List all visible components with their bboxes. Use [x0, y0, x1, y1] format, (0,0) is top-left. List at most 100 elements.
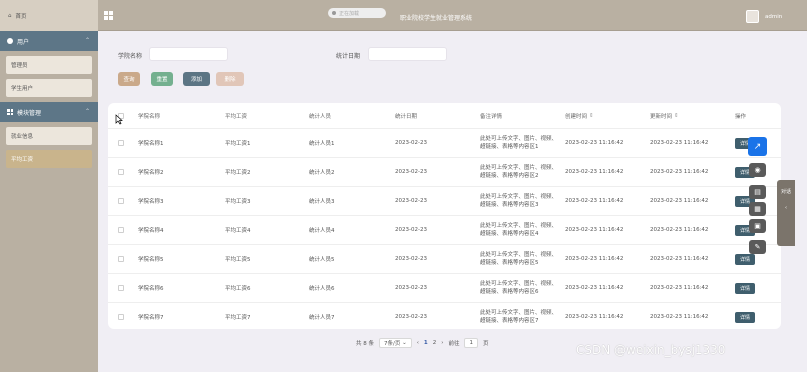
- cell-remark: 此处可上传文字、图片、视频、超链接、表格等内容区6: [480, 281, 558, 295]
- detail-button[interactable]: 详情: [735, 311, 755, 323]
- row-checkbox[interactable]: [118, 285, 124, 291]
- reset-button[interactable]: 重置: [151, 72, 173, 86]
- delete-button[interactable]: 删除: [216, 72, 244, 86]
- main-content: 学院名称 统计日期 查询 重置 添加 删除 学院名称 平均工资 统计人员 统计日…: [98, 31, 807, 372]
- watermark: CSDN @weixin_bysj1330: [576, 343, 726, 357]
- sidebar-item-average-salary[interactable]: 平均工资: [6, 150, 92, 168]
- col-action: 操作: [735, 113, 747, 120]
- table-row: 学院名称6 平均工资6 统计人员6 2023-02-23 此处可上传文字、图片、视频、超…: [108, 273, 781, 302]
- prev-page-button[interactable]: ‹: [417, 340, 419, 346]
- menu-group-label: 模块管理: [17, 109, 42, 117]
- col-created[interactable]: 创建时间 ⇕: [565, 103, 594, 128]
- cell-created: 2023-02-23 11:16:42: [565, 198, 624, 204]
- grid-icon: [7, 109, 13, 115]
- cell-salary: 平均工资5: [225, 257, 251, 263]
- user-icon: [7, 38, 13, 44]
- table-row: 学院名称5 平均工资5 统计人员5 2023-02-23 此处可上传文字、图片、视频、超…: [108, 244, 781, 273]
- cell-staff: 统计人员6: [309, 286, 335, 292]
- cell-updated: 2023-02-23 11:16:42: [650, 198, 709, 204]
- cell-salary: 平均工资3: [225, 199, 251, 205]
- query-button[interactable]: 查询: [118, 72, 140, 86]
- menu-toggle-icon[interactable]: [104, 11, 113, 20]
- table-row: 学院名称2 平均工资2 统计人员2 2023-02-23 此处可上传文字、图片、视频、超…: [108, 157, 781, 186]
- row-checkbox[interactable]: [118, 198, 124, 204]
- cell-salary: 平均工资7: [225, 315, 251, 321]
- stat-date-input[interactable]: [368, 47, 447, 61]
- menu-group-users[interactable]: 用户 ⌃: [0, 31, 98, 51]
- cell-staff: 统计人员2: [309, 170, 335, 176]
- total-count: 共 8 条: [356, 341, 374, 347]
- cell-college: 学院名称7: [138, 315, 164, 321]
- cell-date: 2023-02-23: [395, 314, 427, 320]
- crop-icon[interactable]: ▦: [749, 202, 766, 216]
- username[interactable]: admin: [765, 14, 782, 20]
- sidebar: 用户 ⌃ 管理员 学生用户 模块管理 ⌃ 就业信息 平均工资: [0, 31, 98, 372]
- top-bar: ⌂ 首页 正在加载 职业院校学生就业管理系统 admin: [0, 0, 807, 31]
- cell-created: 2023-02-23 11:16:42: [565, 140, 624, 146]
- col-staff: 统计人员: [309, 113, 332, 120]
- college-name-label: 学院名称: [118, 53, 143, 60]
- row-checkbox[interactable]: [118, 227, 124, 233]
- side-tab-label: 对话: [780, 189, 791, 195]
- cell-college: 学院名称1: [138, 141, 164, 147]
- row-checkbox[interactable]: [118, 314, 124, 320]
- loading-icon: [332, 11, 336, 15]
- table-row: 学院名称1 平均工资1 统计人员1 2023-02-23 此处可上传文字、图片、视频、超…: [108, 128, 781, 157]
- pen-icon[interactable]: ✎: [749, 240, 766, 254]
- table-row: 学院名称3 平均工资3 统计人员3 2023-02-23 此处可上传文字、图片、视频、超…: [108, 186, 781, 215]
- cell-salary: 平均工资6: [225, 286, 251, 292]
- page-suffix: 页: [482, 341, 489, 347]
- cell-date: 2023-02-23: [395, 256, 427, 262]
- image-icon[interactable]: ▣: [749, 219, 766, 233]
- cell-staff: 统计人员1: [309, 141, 335, 147]
- cell-salary: 平均工资1: [225, 141, 251, 147]
- mouse-cursor-icon: [115, 114, 123, 125]
- home-link[interactable]: ⌂ 首页: [0, 0, 98, 31]
- page-size-select[interactable]: 7条/页 ⌄: [379, 338, 412, 348]
- page-1[interactable]: 1: [424, 340, 428, 346]
- cell-staff: 统计人员3: [309, 199, 335, 205]
- cell-staff: 统计人员5: [309, 257, 335, 263]
- sort-icon[interactable]: ⇕: [589, 113, 594, 119]
- chevron-down-icon: ⌄: [402, 340, 407, 346]
- cell-remark: 此处可上传文字、图片、视频、超链接、表格等内容区3: [480, 194, 558, 208]
- side-tab[interactable]: 对话 ‹: [777, 180, 795, 246]
- cell-remark: 此处可上传文字、图片、视频、超链接、表格等内容区2: [480, 165, 558, 179]
- col-college: 学院名称: [138, 113, 161, 120]
- next-page-button[interactable]: ›: [441, 340, 443, 346]
- sort-icon[interactable]: ⇕: [674, 113, 679, 119]
- toast-text: 正在加载: [339, 10, 360, 17]
- col-updated[interactable]: 更新时间 ⇕: [650, 103, 679, 128]
- cell-remark: 此处可上传文字、图片、视频、超链接、表格等内容区7: [480, 310, 558, 324]
- table-row: 学院名称7 平均工资7 统计人员7 2023-02-23 此处可上传文字、图片、视频、超…: [108, 302, 781, 329]
- app-title: 职业院校学生就业管理系统: [400, 15, 473, 22]
- col-remark: 备注详情: [480, 113, 503, 120]
- home-label: 首页: [15, 13, 27, 20]
- detail-button[interactable]: 详情: [735, 282, 755, 294]
- menu-group-modules[interactable]: 模块管理 ⌃: [0, 102, 98, 122]
- page-2[interactable]: 2: [433, 340, 437, 346]
- cell-date: 2023-02-23: [395, 285, 427, 291]
- goto-page-input[interactable]: 1: [464, 338, 478, 348]
- avatar[interactable]: [746, 10, 759, 23]
- pagination: 共 8 条 7条/页 ⌄ ‹ 1 2 › 前往 1 页: [356, 337, 488, 349]
- copy-icon[interactable]: ▤: [749, 185, 766, 199]
- row-checkbox[interactable]: [118, 169, 124, 175]
- add-button[interactable]: 添加: [183, 72, 210, 86]
- cell-staff: 统计人员4: [309, 228, 335, 234]
- table-row: 学院名称4 平均工资4 统计人员4 2023-02-23 此处可上传文字、图片、视频、超…: [108, 215, 781, 244]
- chevron-up-icon: ⌃: [84, 37, 90, 44]
- share-icon[interactable]: ↗: [748, 137, 767, 156]
- row-checkbox[interactable]: [118, 256, 124, 262]
- table-header: 学院名称 平均工资 统计人员 统计日期 备注详情 创建时间 ⇕ 更新时间 ⇕ 操作: [108, 103, 781, 128]
- college-name-input[interactable]: [149, 47, 228, 61]
- sidebar-item-student-users[interactable]: 学生用户: [6, 79, 92, 97]
- camera-icon[interactable]: ◉: [749, 163, 766, 177]
- cell-date: 2023-02-23: [395, 227, 427, 233]
- sidebar-item-admin[interactable]: 管理员: [6, 56, 92, 74]
- detail-button[interactable]: 详情: [735, 253, 755, 265]
- row-checkbox[interactable]: [118, 140, 124, 146]
- cell-created: 2023-02-23 11:16:42: [565, 256, 624, 262]
- chevron-up-icon: ⌃: [84, 108, 90, 115]
- sidebar-item-employment-info[interactable]: 就业信息: [6, 127, 92, 145]
